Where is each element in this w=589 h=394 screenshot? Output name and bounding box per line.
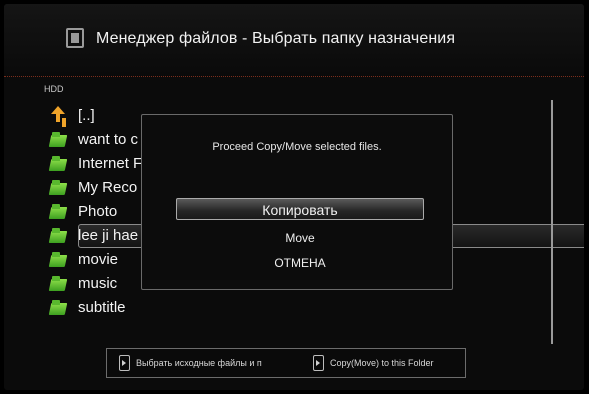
list-item-label: Internet F — [78, 154, 143, 172]
header: Менеджер файлов - Выбрать папку назначен… — [4, 4, 584, 76]
list-item[interactable]: subtitle — [48, 296, 548, 318]
folder-icon — [48, 178, 70, 196]
folder-icon — [48, 154, 70, 172]
folder-icon — [48, 130, 70, 148]
dialog-message: Proceed Copy/Move selected files. — [212, 141, 382, 153]
move-button[interactable]: Move — [176, 227, 424, 249]
hint-label: Copy(Move) to this Folder — [330, 358, 434, 368]
cancel-button[interactable]: ОТМЕНА — [176, 252, 424, 274]
list-item-label: Photo — [78, 202, 118, 220]
header-divider — [4, 76, 584, 77]
copy-move-dialog: Proceed Copy/Move selected files. Копиро… — [141, 114, 453, 290]
list-item-label: music — [78, 274, 118, 292]
folder-icon — [48, 226, 70, 244]
hint-bar: Выбрать исходные файлы и п Copy(Move) to… — [106, 348, 466, 378]
file-manager-screen: Менеджер файлов - Выбрать папку назначен… — [4, 4, 584, 390]
hint-copy-move[interactable]: Copy(Move) to this Folder — [313, 355, 434, 371]
list-item-label: My Reco — [78, 178, 138, 196]
list-item-label: subtitle — [78, 298, 126, 316]
folder-icon — [48, 250, 70, 268]
copy-button[interactable]: Копировать — [176, 198, 424, 220]
remote-key-icon — [119, 355, 130, 371]
drive-label: HDD — [44, 84, 64, 94]
remote-key-icon — [313, 355, 324, 371]
folder-icon — [48, 274, 70, 292]
file-manager-icon — [66, 28, 84, 48]
list-item-label: lee ji hae — [78, 226, 139, 244]
list-item-label: [..] — [78, 106, 95, 124]
scrollbar[interactable] — [551, 100, 553, 344]
page-title: Менеджер файлов - Выбрать папку назначен… — [96, 30, 456, 47]
hint-label: Выбрать исходные файлы и п — [136, 358, 262, 368]
folder-icon — [48, 298, 70, 316]
list-item-label: movie — [78, 250, 119, 268]
hint-select-source[interactable]: Выбрать исходные файлы и п — [119, 355, 305, 371]
folder-icon — [48, 202, 70, 220]
list-item-label: want to c — [78, 130, 139, 148]
up-folder-icon — [48, 106, 70, 124]
